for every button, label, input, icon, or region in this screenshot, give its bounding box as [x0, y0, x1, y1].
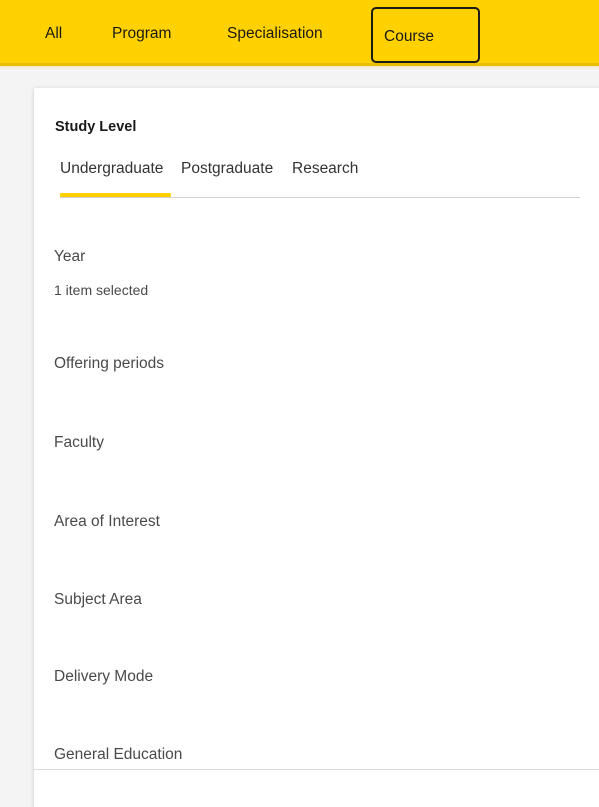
delivery-mode-filter[interactable]: Delivery Mode	[54, 668, 153, 686]
general-education-filter[interactable]: General Education	[54, 746, 182, 764]
search-type-tab-bar: All Program Specialisation Course	[0, 0, 599, 70]
year-selection-status: 1 item selected	[54, 282, 149, 298]
study-level-divider	[60, 197, 580, 198]
study-level-tab-undergraduate[interactable]: Undergraduate	[60, 160, 163, 178]
filter-panel: Study Level Undergraduate Postgraduate R…	[34, 88, 599, 807]
study-level-tab-postgraduate[interactable]: Postgraduate	[181, 160, 273, 178]
year-filter[interactable]: Year	[54, 248, 85, 266]
tab-bar-shadow	[0, 66, 599, 70]
offering-periods-filter[interactable]: Offering periods	[54, 355, 164, 373]
study-level-tab-research[interactable]: Research	[292, 160, 358, 178]
tab-program[interactable]: Program	[112, 21, 171, 47]
panel-bottom-divider	[34, 769, 599, 770]
area-of-interest-filter[interactable]: Area of Interest	[54, 513, 160, 531]
study-level-title: Study Level	[55, 119, 137, 135]
faculty-filter[interactable]: Faculty	[54, 434, 104, 452]
tab-course[interactable]: Course	[371, 7, 480, 63]
tab-all[interactable]: All	[45, 21, 62, 47]
subject-area-filter[interactable]: Subject Area	[54, 591, 142, 609]
tab-specialisation[interactable]: Specialisation	[227, 21, 323, 47]
